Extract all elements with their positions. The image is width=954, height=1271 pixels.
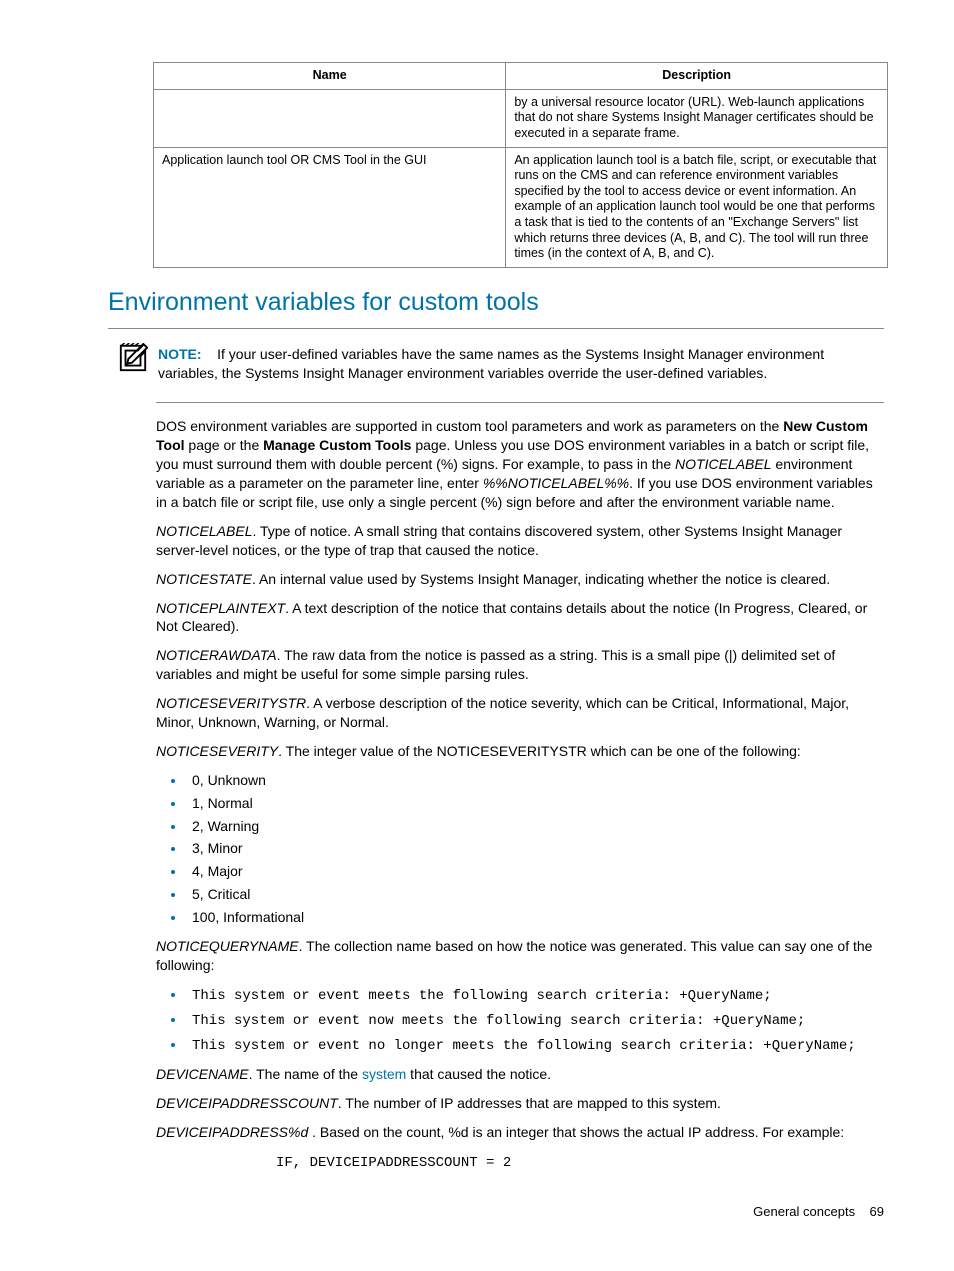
list-item: 2, Warning bbox=[186, 817, 884, 836]
cell-desc: An application launch tool is a batch fi… bbox=[506, 147, 888, 267]
list-item: 100, Informational bbox=[186, 908, 884, 927]
divider bbox=[156, 402, 884, 403]
queryname-list: This system or event meets the following… bbox=[156, 985, 884, 1056]
deviceipaddr-para: DEVICEIPADDRESS%d . Based on the count, … bbox=[156, 1123, 884, 1142]
cell-name: Application launch tool OR CMS Tool in t… bbox=[154, 147, 506, 267]
noticelabel-para: NOTICELABEL. Type of notice. A small str… bbox=[156, 522, 884, 560]
note-pencil-icon bbox=[118, 343, 148, 373]
severity-list: 0, Unknown 1, Normal 2, Warning 3, Minor… bbox=[156, 771, 884, 927]
col-desc-header: Description bbox=[506, 63, 888, 90]
list-item: This system or event meets the following… bbox=[186, 985, 884, 1006]
list-item: 4, Major bbox=[186, 862, 884, 881]
page-footer: General concepts 69 bbox=[108, 1203, 884, 1221]
list-item: 3, Minor bbox=[186, 839, 884, 858]
noticeseverity-para: NOTICESEVERITY. The integer value of the… bbox=[156, 742, 884, 761]
note-paragraph: NOTE: If your user-defined variables hav… bbox=[156, 345, 884, 383]
noticeseveritystr-para: NOTICESEVERITYSTR. A verbose description… bbox=[156, 694, 884, 732]
noticestate-para: NOTICESTATE. An internal value used by S… bbox=[156, 570, 884, 589]
list-item: This system or event now meets the follo… bbox=[186, 1010, 884, 1031]
list-item: 5, Critical bbox=[186, 885, 884, 904]
noticerawdata-para: NOTICERAWDATA. The raw data from the not… bbox=[156, 646, 884, 684]
tools-table: Name Description by a universal resource… bbox=[153, 62, 888, 268]
footer-section-label: General concepts bbox=[753, 1204, 855, 1219]
table-row: Application launch tool OR CMS Tool in t… bbox=[154, 147, 888, 267]
code-example: IF, DEVICEIPADDRESSCOUNT = 2 bbox=[276, 1154, 884, 1173]
list-item: 0, Unknown bbox=[186, 771, 884, 790]
page-number: 69 bbox=[870, 1204, 884, 1219]
deviceipcount-para: DEVICEIPADDRESSCOUNT. The number of IP a… bbox=[156, 1094, 884, 1113]
col-name-header: Name bbox=[154, 63, 506, 90]
devicename-para: DEVICENAME. The name of the system that … bbox=[156, 1065, 884, 1084]
noticeplaintext-para: NOTICEPLAINTEXT. A text description of t… bbox=[156, 599, 884, 637]
system-link[interactable]: system bbox=[362, 1066, 406, 1082]
noticequeryname-para: NOTICEQUERYNAME. The collection name bas… bbox=[156, 937, 884, 975]
note-text: If your user-defined variables have the … bbox=[158, 346, 824, 381]
note-label: NOTE: bbox=[158, 346, 202, 362]
list-item: 1, Normal bbox=[186, 794, 884, 813]
section-heading: Environment variables for custom tools bbox=[108, 286, 884, 320]
table-row: by a universal resource locator (URL). W… bbox=[154, 89, 888, 147]
cell-name bbox=[154, 89, 506, 147]
intro-paragraph: DOS environment variables are supported … bbox=[156, 417, 884, 511]
list-item: This system or event no longer meets the… bbox=[186, 1035, 884, 1056]
cell-desc: by a universal resource locator (URL). W… bbox=[506, 89, 888, 147]
